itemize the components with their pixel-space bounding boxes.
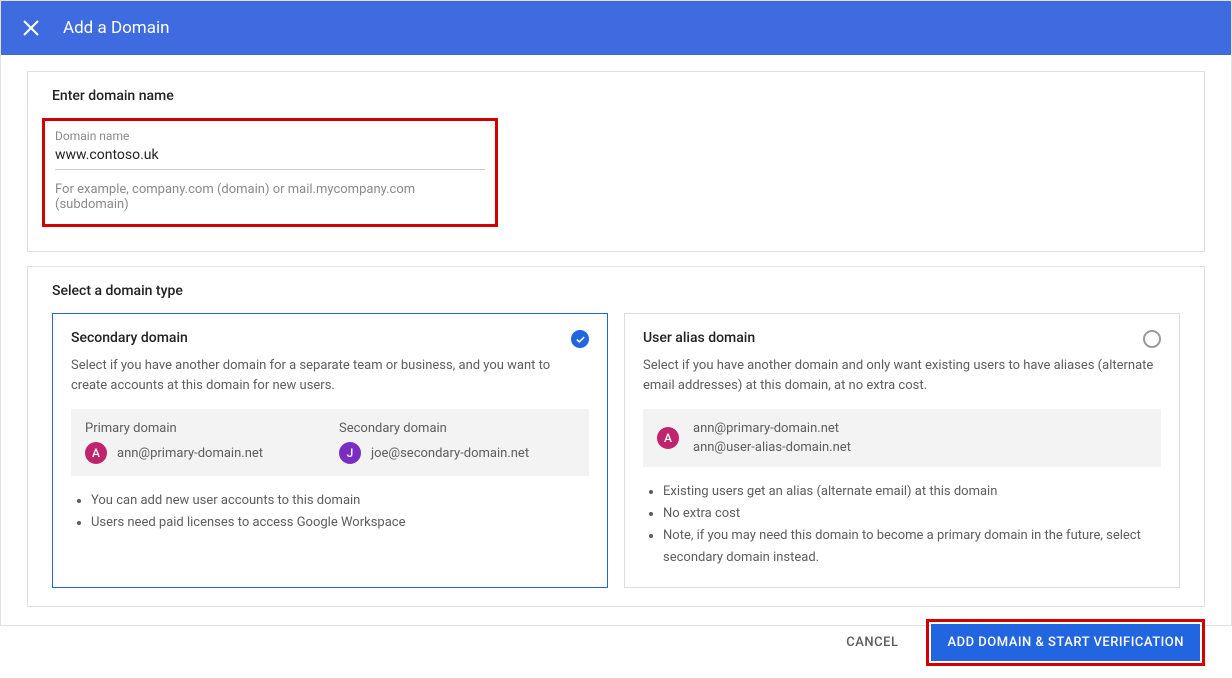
enter-domain-section: Enter domain name Domain name www.contos… xyxy=(27,71,1205,252)
secondary-email: joe@secondary-domain.net xyxy=(371,446,529,461)
primary-domain-label: Primary domain xyxy=(85,421,321,436)
secondary-domain-label: Secondary domain xyxy=(339,421,575,436)
cancel-button[interactable]: CANCEL xyxy=(832,625,912,660)
secondary-domain-desc: Select if you have another domain for a … xyxy=(71,356,589,395)
add-domain-start-verification-button[interactable]: ADD DOMAIN & START VERIFICATION xyxy=(931,624,1200,661)
enter-domain-label: Enter domain name xyxy=(52,88,1180,104)
submit-button-highlight: ADD DOMAIN & START VERIFICATION xyxy=(926,619,1205,666)
dialog-header: Add a Domain xyxy=(1,1,1231,55)
secondary-domain-title: Secondary domain xyxy=(71,330,589,346)
alias-email-2: ann@user-alias-domain.net xyxy=(693,440,851,455)
select-domain-type-section: Select a domain type Secondary domain Se… xyxy=(27,266,1205,607)
alias-bullets: Existing users get an alias (alternate e… xyxy=(643,481,1161,569)
domain-input[interactable]: www.contoso.uk xyxy=(55,147,485,170)
secondary-example: Primary domain A ann@primary-domain.net … xyxy=(71,409,589,476)
radio-checked-icon xyxy=(571,330,589,348)
radio-empty-icon xyxy=(1143,330,1161,348)
avatar: J xyxy=(339,442,361,464)
domain-field-label: Domain name xyxy=(55,129,485,143)
alias-domain-desc: Select if you have another domain and on… xyxy=(643,356,1161,395)
domain-input-highlight: Domain name www.contoso.uk For example, … xyxy=(42,118,498,227)
secondary-bullets: You can add new user accounts to this do… xyxy=(71,490,589,534)
list-item: No extra cost xyxy=(663,503,1161,525)
alias-domain-title: User alias domain xyxy=(643,330,1161,346)
select-type-label: Select a domain type xyxy=(52,283,1180,299)
dialog-title: Add a Domain xyxy=(63,18,169,38)
list-item: Users need paid licenses to access Googl… xyxy=(91,512,589,534)
domain-hint: For example, company.com (domain) or mai… xyxy=(55,182,485,212)
avatar: A xyxy=(85,442,107,464)
dialog-footer: CANCEL ADD DOMAIN & START VERIFICATION xyxy=(1,607,1231,678)
alias-example: A ann@primary-domain.net ann@user-alias-… xyxy=(643,409,1161,467)
alias-email-1: ann@primary-domain.net xyxy=(693,421,851,436)
user-alias-domain-option[interactable]: User alias domain Select if you have ano… xyxy=(624,313,1180,588)
close-icon[interactable] xyxy=(21,18,41,38)
secondary-domain-option[interactable]: Secondary domain Select if you have anot… xyxy=(52,313,608,588)
list-item: Existing users get an alias (alternate e… xyxy=(663,481,1161,503)
list-item: Note, if you may need this domain to bec… xyxy=(663,525,1161,569)
primary-email: ann@primary-domain.net xyxy=(117,446,263,461)
list-item: You can add new user accounts to this do… xyxy=(91,490,589,512)
avatar: A xyxy=(657,427,679,449)
